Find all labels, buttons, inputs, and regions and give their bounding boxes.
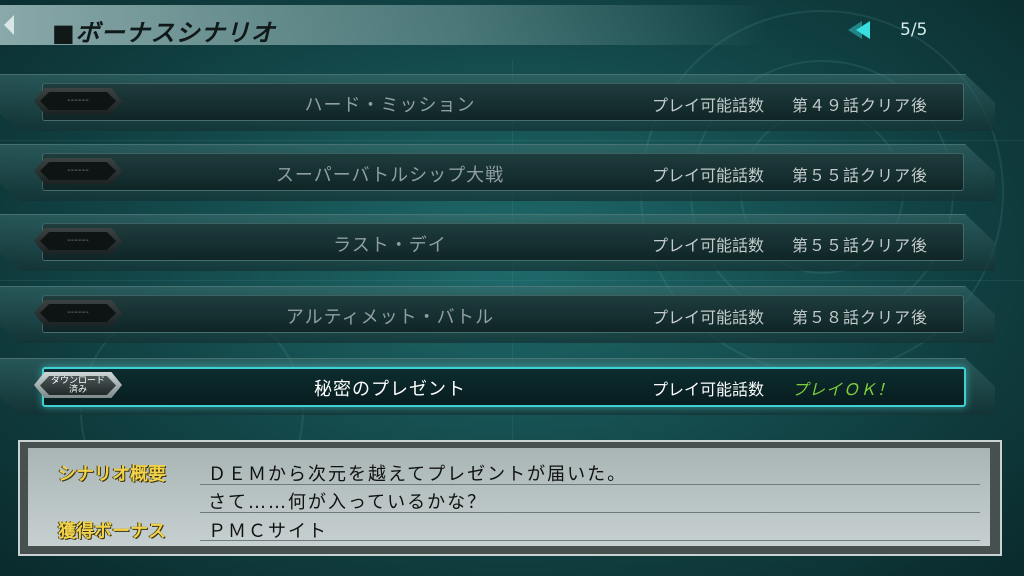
playable-condition: 第５８話クリア後: [792, 308, 929, 327]
download-status-label: ------: [40, 304, 116, 322]
page-number: 5/5: [900, 20, 928, 40]
playable-label: プレイ可能話数: [652, 236, 765, 255]
download-status-label: ------: [40, 232, 116, 250]
playable-condition: 第５５話クリア後: [792, 236, 929, 255]
scenario-title: 秘密のプレゼント: [314, 379, 466, 400]
scenario-info-panel: シナリオ概要 ＤＥＭから次元を越えてプレゼントが届いた。 さて……何が入っている…: [18, 440, 1002, 556]
download-status-tag: ------: [34, 88, 122, 114]
scenario-row[interactable]: ------ スーパーバトルシップ大戦 プレイ可能話数 第５５話クリア後: [0, 140, 1000, 201]
divider: [200, 512, 980, 513]
info-panel-body: シナリオ概要 ＤＥＭから次元を越えてプレゼントが届いた。 さて……何が入っている…: [28, 448, 990, 546]
download-status-tag: ------: [34, 300, 122, 326]
download-status-label: ダウンロード 済み: [40, 376, 116, 395]
divider: [200, 540, 980, 541]
playable-label: プレイ可能話数: [652, 380, 765, 399]
playable-label: プレイ可能話数: [652, 166, 765, 185]
scenario-row[interactable]: ------ アルティメット・バトル プレイ可能話数 第５８話クリア後: [0, 282, 1000, 343]
playable-label: プレイ可能話数: [652, 96, 765, 115]
scenario-title: アルティメット・バトル: [285, 307, 495, 328]
summary-line-2: さて……何が入っているかな？: [208, 492, 488, 513]
playable-condition: プレイＯＫ！: [792, 380, 895, 399]
summary-line-1: ＤＥＭから次元を越えてプレゼントが届いた。: [208, 464, 628, 485]
divider: [200, 484, 980, 485]
header-bar: ■ボーナスシナリオ 5/5: [0, 5, 1024, 47]
scenario-row[interactable]: ------ ラスト・デイ プレイ可能話数 第５５話クリア後: [0, 210, 1000, 271]
download-status-label: ------: [40, 162, 116, 180]
page-title: ■ボーナスシナリオ: [52, 19, 276, 47]
scenario-row[interactable]: ------ ハード・ミッション プレイ可能話数 第４９話クリア後: [0, 70, 1000, 131]
download-status-tag: ------: [34, 228, 122, 254]
scenario-title: スーパーバトルシップ大戦: [275, 165, 505, 186]
scenario-row-selected[interactable]: ダウンロード 済み 秘密のプレゼント プレイ可能話数 プレイＯＫ！: [0, 354, 1000, 415]
download-status-tag: ------: [34, 158, 122, 184]
scenario-title: ハード・ミッション: [304, 95, 476, 116]
download-status-tag: ダウンロード 済み: [34, 372, 122, 398]
bonus-label: 獲得ボーナス: [58, 521, 166, 542]
summary-label: シナリオ概要: [58, 464, 166, 485]
left-arrow-icon[interactable]: [856, 21, 870, 39]
back-notch-icon[interactable]: [4, 15, 14, 35]
scenario-title: ラスト・デイ: [333, 235, 447, 256]
playable-label: プレイ可能話数: [652, 308, 765, 327]
playable-condition: 第５５話クリア後: [792, 166, 929, 185]
playable-condition: 第４９話クリア後: [792, 96, 929, 115]
download-status-label: ------: [40, 92, 116, 110]
